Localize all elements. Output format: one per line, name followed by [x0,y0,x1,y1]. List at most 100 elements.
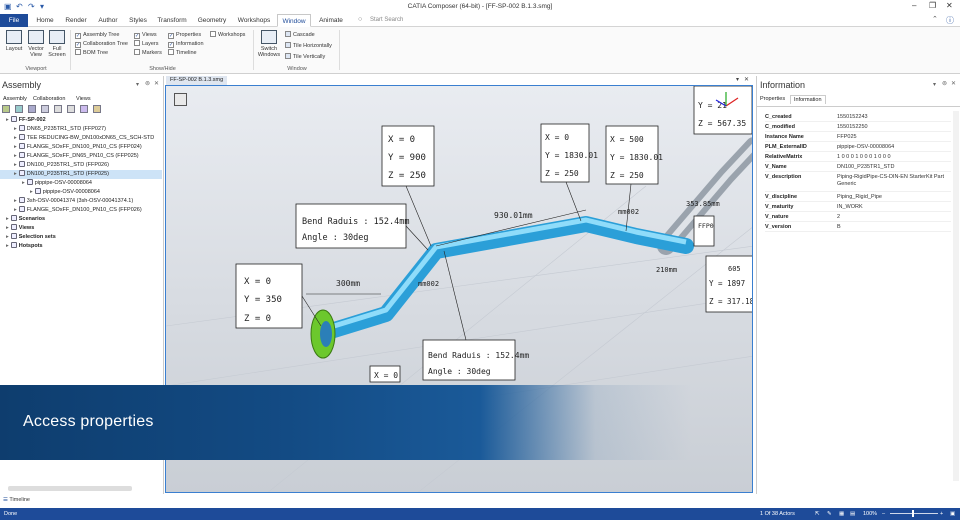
layout-button[interactable]: Layout [4,30,24,52]
tab-file[interactable]: File [0,14,28,27]
zoom-in-icon[interactable]: + [940,508,943,520]
zoom-out-icon[interactable]: – [882,508,885,520]
tab-animate[interactable]: Animate [314,14,348,27]
tree-item[interactable]: ▸ FLANGE_SOxFF_DN100_PN10_CS (FFP024) [0,143,162,152]
tab-collaboration[interactable]: Collaboration [33,96,65,102]
property-row[interactable]: PLM_ExternalID pippipe-OSV-00008064 [765,142,951,152]
tree-item[interactable]: ▸ pippipe-OSV-00008064 [0,188,162,197]
property-row[interactable]: V_maturity IN_WORK [765,202,951,212]
workshops-checkbox[interactable]: Workshops [210,31,245,39]
collapse-ribbon-icon[interactable]: ⌃ [932,15,938,23]
tab-window[interactable]: Window [277,14,311,27]
tab-information[interactable]: Information [790,95,826,104]
tab-views[interactable]: Views [76,96,91,102]
markers-checkbox[interactable]: Markers [134,49,162,57]
full-screen-button[interactable]: Full Screen [47,30,67,58]
tree-item[interactable]: ▸ Selection sets [0,233,162,242]
tree-item[interactable]: ▸ DN100_P235TR1_STD (FFP025) [0,170,162,179]
tab-properties[interactable]: Properties [760,96,785,102]
search-input[interactable]: Start Search [370,17,403,23]
expand-arrow-icon[interactable]: ▸ [14,162,17,168]
cascade-button[interactable]: Cascade [285,31,315,39]
tab-styles[interactable]: Styles [126,14,150,27]
bom-tree-checkbox[interactable]: BOM Tree [75,49,108,57]
tab-geometry[interactable]: Geometry [194,14,230,27]
tree-item[interactable]: ▸ DN65_P235TR1_STD (FFP027) [0,125,162,134]
tab-assembly[interactable]: Assembly [3,96,27,102]
layout-view-icon[interactable]: ▤ [850,508,855,520]
pin-icon[interactable]: ⊚ [145,80,150,87]
document-tab[interactable]: FF-SP-002 B.1.3.smg [166,76,228,85]
fit-icon[interactable]: ▣ [950,508,955,520]
select-icon[interactable]: ⇱ [815,508,820,520]
views-checkbox[interactable]: ✓ Views [134,31,157,39]
help-icon[interactable]: ⓘ [946,15,954,26]
expand-arrow-icon[interactable]: ▸ [22,180,25,186]
expand-arrow-icon[interactable]: ▸ [14,153,17,159]
property-row[interactable]: V_discipline Piping_Rigid_Pipe [765,192,951,202]
pen-icon[interactable]: ✎ [827,508,832,520]
doc-menu-icon[interactable]: ▾ [736,76,739,83]
collaboration-tree-checkbox[interactable]: ✓ Collaboration Tree [75,40,128,48]
property-row[interactable]: V_description Piping-RigidPipe-CS-DIN-EN … [765,172,951,192]
grid-view-icon[interactable]: ▦ [839,508,844,520]
tab-workshops[interactable]: Workshops [234,14,274,27]
layers-checkbox[interactable]: Layers [134,40,159,48]
information-checkbox[interactable]: ✓ Information [168,40,204,48]
expand-icon[interactable] [14,105,23,113]
tree-item[interactable]: ▸ pippipe-OSV-00008064 [0,179,162,188]
panel-menu-icon[interactable]: ▾ [136,81,139,88]
minimize-icon[interactable]: – [912,1,916,10]
property-row[interactable]: C_created 1550152243 [765,112,951,122]
close-doc-icon[interactable]: ✕ [744,76,749,83]
tree-item[interactable]: ▸ DN100_P235TR1_STD (FFP026) [0,161,162,170]
panel-menu-icon[interactable]: ▾ [933,81,936,88]
expand-arrow-icon[interactable]: ▸ [14,126,17,132]
expand-arrow-icon[interactable]: ▸ [6,225,9,231]
zoom-slider[interactable] [890,513,938,514]
expand-arrow-icon[interactable]: ▸ [6,117,9,123]
property-row[interactable]: V_Name DN100_P235TR1_STD [765,162,951,172]
timeline-checkbox[interactable]: Timeline [168,49,197,57]
close-panel-icon[interactable]: ✕ [154,80,159,87]
expand-arrow-icon[interactable]: ▸ [6,234,9,240]
pin-icon[interactable]: ⊚ [942,80,947,87]
tree-item[interactable]: ▸ FLANGE_SOxFF_DN100_PN10_CS (FFP026) [0,206,162,215]
tab-transform[interactable]: Transform [154,14,190,27]
close-panel-icon[interactable]: ✕ [951,80,956,87]
expand-arrow-icon[interactable]: ▸ [6,243,9,249]
tree-item[interactable]: ▸ Scenarios [0,215,162,224]
expand-arrow-icon[interactable]: ▸ [14,198,17,204]
sort-icon[interactable] [53,105,62,113]
tab-render[interactable]: Render [62,14,90,27]
property-row[interactable]: V_version B [765,222,951,232]
tree-item[interactable]: ▸ Hotspots [0,242,162,251]
tree-item[interactable]: ▸ 3sh-OSV-00041374 (3sh-OSV-00041374.1) [0,197,162,206]
switch-windows-button[interactable]: Switch Windows [257,30,281,58]
expand-arrow-icon[interactable]: ▸ [14,171,17,177]
expand-arrow-icon[interactable]: ▸ [6,216,9,222]
property-row[interactable]: V_nature 2 [765,212,951,222]
viewport-toolbar-icon[interactable] [174,93,187,106]
expand-arrow-icon[interactable]: ▸ [14,144,17,150]
expand-arrow-icon[interactable]: ▸ [30,189,33,195]
tree-item[interactable]: ▸ FF-SP-002 [0,116,162,125]
properties-checkbox[interactable]: ✓ Properties [168,31,201,39]
zoom-slider-thumb[interactable] [912,510,914,517]
close-icon[interactable]: ✕ [946,1,953,10]
filter-icon[interactable] [2,105,10,113]
restore-icon[interactable]: ❐ [929,1,936,10]
settings-icon[interactable] [92,105,101,113]
tree-item[interactable]: ▸ TEE REDUCING-BW_DN100xDN65_CS_SCH-STD [0,134,162,143]
tree-item[interactable]: ▸ FLANGE_SOxFF_DN65_PN10_CS (FFP025) [0,152,162,161]
select-icon[interactable] [27,105,36,113]
expand-arrow-icon[interactable]: ▸ [14,207,17,213]
tree-item[interactable]: ▸ Views [0,224,162,233]
tile-vertically-button[interactable]: Tile Vertically [285,53,325,61]
vector-view-button[interactable]: Vector View [26,30,46,58]
tile-horizontally-button[interactable]: Tile Horizontally [285,42,332,50]
assembly-tree-checkbox[interactable]: ✓ Assembly Tree [75,31,119,39]
expand-arrow-icon[interactable]: ▸ [14,135,17,141]
tab-home[interactable]: Home [32,14,58,27]
grid-icon[interactable] [66,105,75,113]
